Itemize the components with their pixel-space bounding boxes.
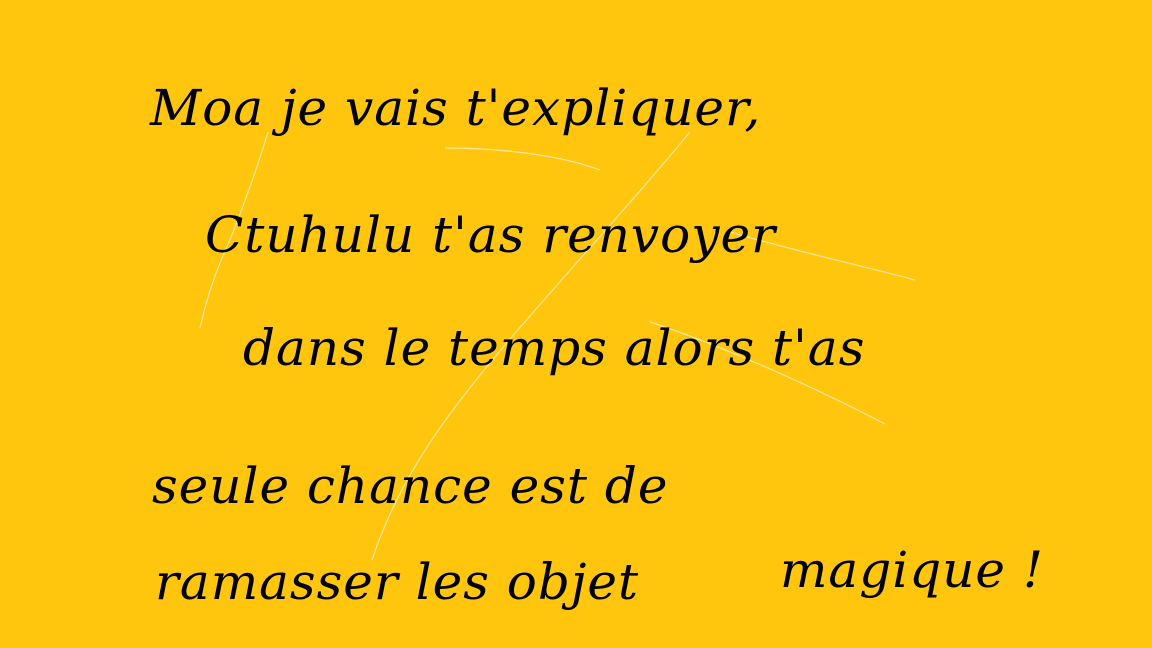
paint-canvas: Moa je vais t'expliquer, Ctuhulu t'as re… xyxy=(0,0,1152,648)
text-line-5: ramasser les objet xyxy=(155,553,640,611)
text-line-6: magique ! xyxy=(780,541,1045,599)
text-line-4: seule chance est de xyxy=(152,457,669,515)
text-line-1: Moa je vais t'expliquer, xyxy=(150,79,762,137)
text-line-3: dans le temps alors t'as xyxy=(243,319,866,377)
scribble-stroke xyxy=(444,147,601,171)
text-line-2: Ctuhulu t'as renvoyer xyxy=(205,206,777,264)
